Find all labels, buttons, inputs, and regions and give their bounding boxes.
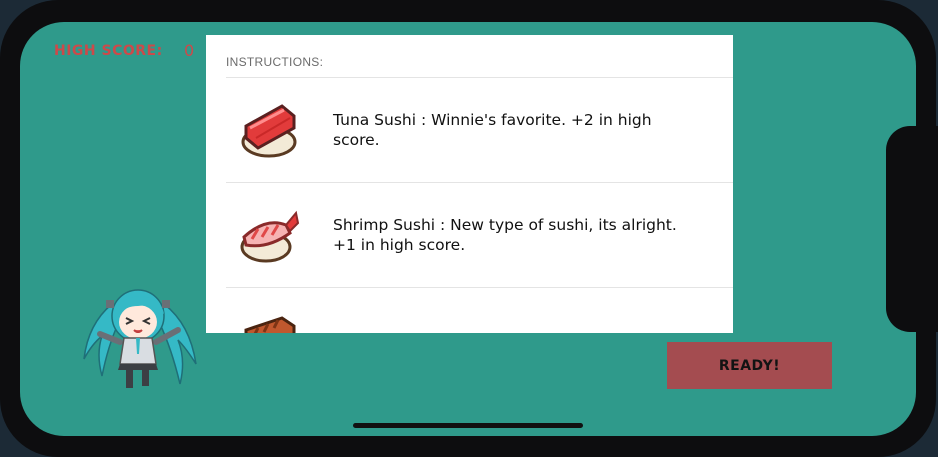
ready-button[interactable]: READY!: [667, 342, 832, 389]
instructions-panel[interactable]: INSTRUCTIONS: Tuna Sushi : Winnie's favo…: [206, 35, 733, 333]
item-description: [333, 288, 703, 333]
device-notch: [886, 126, 938, 332]
shrimp-sushi-icon: [240, 210, 300, 263]
instructions-header: INSTRUCTIONS:: [226, 55, 324, 69]
high-score-label: HIGH SCORE:: [54, 43, 163, 59]
mascot-character: [83, 289, 197, 388]
device-frame: HIGH SCORE: 0 INSTRUCTIONS: Tuna Sushi :…: [0, 0, 938, 457]
high-score-value: 0: [184, 41, 195, 60]
list-item: Tuna Sushi : Winnie's favorite. +2 in hi…: [226, 78, 733, 183]
game-screen: HIGH SCORE: 0 INSTRUCTIONS: Tuna Sushi :…: [20, 22, 916, 436]
eel-sushi-icon: [244, 316, 296, 333]
item-description: Shrimp Sushi : New type of sushi, its al…: [333, 216, 677, 254]
home-indicator[interactable]: [353, 423, 583, 428]
list-item: [226, 288, 733, 333]
list-item: Shrimp Sushi : New type of sushi, its al…: [226, 183, 733, 288]
tuna-sushi-icon: [241, 104, 297, 158]
item-description: Tuna Sushi : Winnie's favorite. +2 in hi…: [333, 111, 652, 149]
